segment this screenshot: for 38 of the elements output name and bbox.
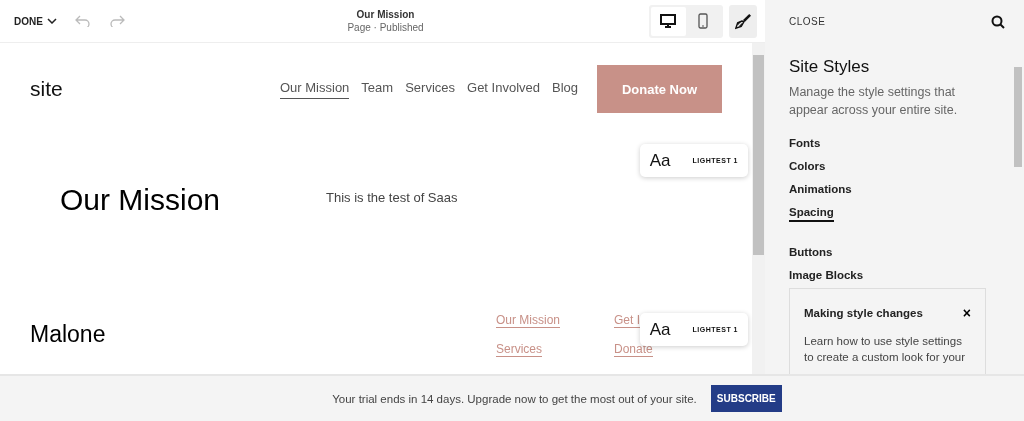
site-logo[interactable]: site [30,77,280,101]
scrollbar[interactable] [752,43,765,374]
monitor-icon [660,14,677,28]
font-sample: Aa [649,150,671,171]
nav-link[interactable]: Team [361,79,394,99]
style-menu-item[interactable]: Colors [789,160,826,174]
style-menu-item[interactable]: Image Blocks [789,269,864,283]
font-sample: Aa [649,319,671,340]
page-status: Page · Published [347,22,424,33]
panel-title: Site Styles [789,57,871,77]
tip-title: Making style changes [804,307,923,319]
tip-text: Learn how to use style settings to create a custom look for your [804,334,967,365]
style-menu-item[interactable]: Animations [789,183,852,197]
nav-link[interactable]: Services [405,79,455,99]
panel-description: Manage the style settings that appear across your entire site. [789,84,959,119]
close-button[interactable]: × [962,305,971,321]
close-button[interactable]: CLOSE [789,16,826,27]
subscribe-button[interactable]: SUBSCRIBE [710,385,782,412]
desktop-view-button[interactable] [651,6,686,36]
nav-link[interactable]: Blog [552,79,579,99]
nav-link[interactable]: Our Mission [280,79,350,99]
chevron-down-icon [46,18,57,24]
paintbrush-button[interactable] [729,4,757,38]
page-heading: Our Mission [60,183,222,218]
trial-message: Your trial ends in 14 days. Upgrade now to get the most out of your site. [332,392,697,405]
footer-title: Malone [30,320,107,349]
redo-icon[interactable] [108,15,125,27]
style-menu-item[interactable]: Spacing [789,206,834,222]
body-text: This is the test of Saas [326,190,458,207]
paintbrush-icon [735,12,751,30]
style-menu-item[interactable]: Buttons [789,246,833,260]
undo-icon[interactable] [74,15,91,27]
style-menu-item[interactable]: Fonts [789,137,821,151]
done-button[interactable]: DONE [14,15,57,27]
page-title: Our Mission [355,9,416,20]
nav-link[interactable]: Get Involved [467,79,540,99]
search-icon[interactable] [991,14,1005,29]
smartphone-icon [698,13,709,29]
